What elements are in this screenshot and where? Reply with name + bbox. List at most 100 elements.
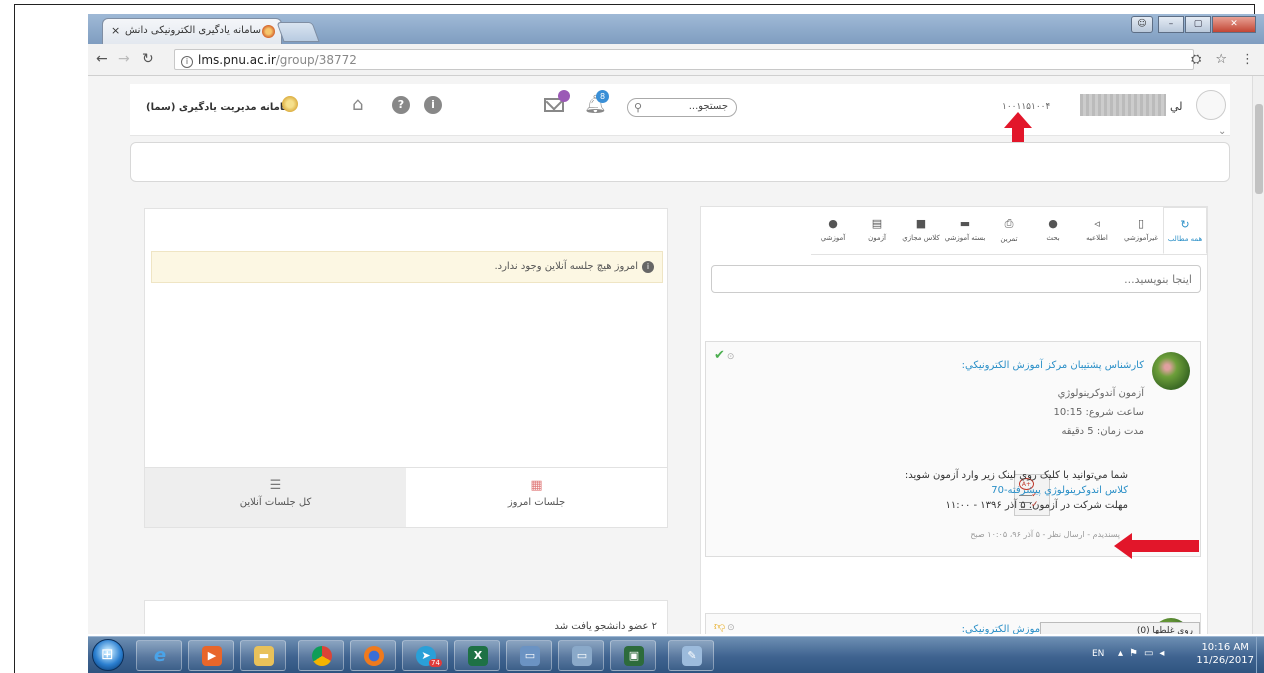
show-desktop-button[interactable] [1256, 637, 1264, 673]
chevron-down-icon[interactable]: ⌄ [1218, 126, 1226, 137]
browser-tab[interactable]: سامانه یادگیری الکترونیکی دانش × [102, 18, 282, 44]
minimize-button[interactable]: – [1158, 16, 1184, 33]
new-tab-button[interactable] [276, 22, 320, 42]
feed-panel: ↻ همه مطالب ▯ غيرآموزشي ◃ اطلاعيه ● بحث ⎙ تمر… [700, 206, 1208, 634]
site-logo-icon[interactable] [282, 96, 298, 112]
notice-bar [130, 142, 1230, 182]
tray-icons[interactable]: ▴⚑▭◂ [1118, 648, 1170, 659]
site-info-icon[interactable]: i [181, 56, 193, 68]
post-composer-input[interactable]: اينجا بنويسيد... [711, 265, 1201, 293]
chrome-icon [312, 646, 332, 666]
tab-educational[interactable]: ● آموزشي [811, 207, 855, 254]
help-icon[interactable]: ? [392, 96, 410, 114]
tab-label: همه مطالب [1167, 235, 1203, 243]
online-sessions-panel: i امروز هيچ جلسه آنلاين وجود ندارد. ☰ کل … [144, 208, 668, 528]
start-button[interactable] [92, 639, 124, 671]
reload-icon[interactable]: ↻ [142, 51, 154, 67]
system-clock[interactable]: 10:16 AM 11/26/2017 [1196, 641, 1254, 667]
site-header: سامانه مدیریت یادگیری (سما) ⌂ ? i 🔔︎ 8 ج… [130, 84, 1230, 137]
site-search-input[interactable]: جستجو... ⚲ [627, 98, 737, 117]
paint-taskbar-button[interactable]: ✎ [668, 640, 714, 671]
folder-icon: ▬ [959, 217, 971, 230]
tab-label: کل جلسات آنلاين [239, 497, 312, 508]
tab-exercise[interactable]: ⎙ تمرين [987, 207, 1031, 254]
tab-exam[interactable]: ▤ آزمون [855, 207, 899, 254]
ie-icon: e [153, 645, 167, 666]
close-window-button[interactable]: ✕ [1212, 16, 1256, 33]
home-icon[interactable]: ⌂ [352, 94, 363, 115]
tab-discussion[interactable]: ● بحث [1031, 207, 1075, 254]
project-icon: ▣ [624, 646, 644, 666]
post-options-icon[interactable]: ⊙ [727, 352, 735, 362]
media-taskbar-button[interactable]: ▶ [188, 640, 234, 671]
red-annotation-arrow-up [1004, 112, 1032, 128]
page-scrollbar[interactable] [1252, 76, 1264, 634]
author-avatar[interactable] [1152, 352, 1190, 390]
folder-icon: ▬ [254, 646, 274, 666]
window-taskbar-button[interactable]: ▭ [506, 640, 552, 671]
chrome-taskbar-button[interactable] [298, 640, 344, 671]
menu-icon[interactable]: ⋮ [1241, 52, 1254, 67]
calendar-icon: ▦ [530, 478, 543, 493]
thumbs-down-icon[interactable]: 👎︎ ⊙ [714, 620, 735, 633]
language-bar[interactable]: روی غلطها (0) [1040, 622, 1200, 634]
tab-label: تمرين [1000, 235, 1018, 243]
post-author[interactable]: کارشناس پشتيبان مرکز آموزش الکترونيکي: [962, 360, 1144, 371]
translate-icon[interactable]: ⛭ [1191, 52, 1201, 67]
back-icon[interactable]: ← [96, 51, 108, 67]
browser-titlebar: سامانه یادگیری الکترونیکی دانش × ☺ – ▢ ✕ [88, 14, 1264, 44]
list-icon: ☰ [269, 478, 282, 493]
windows-taskbar: e ▶ ▬ ➤74 X ▭ ▭ ▣ ✎ EN ▴⚑▭◂ 10:16 AM 11/… [88, 636, 1264, 673]
info-icon[interactable]: i [424, 96, 442, 114]
firefox-taskbar-button[interactable] [350, 640, 396, 671]
post-body: آزمون آندوکرينولوژي ساعت شروع: 10:15 مدت… [1054, 384, 1144, 441]
tab-learning-package[interactable]: ▬ بسته آموزشي [943, 207, 987, 254]
tab-label: کلاس مجازي [902, 234, 940, 242]
project-taskbar-button[interactable]: ▣ [610, 640, 656, 671]
scrollbar-thumb[interactable] [1255, 104, 1263, 194]
excel-taskbar-button[interactable]: X [454, 640, 500, 671]
clock-time: 10:16 AM [1201, 642, 1249, 653]
screen-taskbar-button[interactable]: ▭ [558, 640, 604, 671]
tab-label: جلسات امروز [507, 497, 566, 508]
explorer-taskbar-button[interactable]: ▬ [240, 640, 286, 671]
post-options-icon[interactable]: ⊙ [727, 623, 735, 633]
forward-icon[interactable]: → [118, 51, 130, 67]
tab-label: بسته آموزشي [944, 234, 986, 242]
excel-icon: X [468, 646, 488, 666]
input-language[interactable]: EN [1092, 649, 1104, 659]
exam-class-link[interactable]: کلاس اندوکرينولوژي پيشرفته-70 [778, 483, 1128, 498]
tab-virtual-class[interactable]: ■ کلاس مجازي [899, 207, 943, 254]
no-sessions-text: امروز هيچ جلسه آنلاين وجود ندارد. [494, 261, 638, 272]
feed-post: کارشناس پشتيبان مرکز آموزش الکترونيکي: ✔… [705, 341, 1201, 557]
tab-close-icon[interactable]: × [111, 24, 120, 37]
site-favicon-icon [262, 25, 275, 38]
tab-all-posts[interactable]: ↻ همه مطالب [1163, 207, 1207, 254]
tab-announcements[interactable]: ◃ اطلاعيه [1075, 207, 1119, 254]
exam-duration: مدت زمان: 5 دقيقه [1061, 426, 1144, 437]
telegram-taskbar-button[interactable]: ➤ 74 [402, 640, 448, 671]
toolbar-right: ⛭ ☆ ⋮ [1191, 52, 1254, 67]
tab-today-sessions[interactable]: ▦ جلسات امروز [406, 468, 667, 527]
session-tabs: ☰ کل جلسات آنلاين ▦ جلسات امروز [145, 467, 667, 527]
media-player-icon: ▶ [202, 646, 222, 666]
site-logo-text[interactable]: سامانه مدیریت یادگیری (سما) [146, 102, 293, 113]
browser-toolbar: ← → ↻ i lms.pnu.ac.ir/group/38772 ⛭ ☆ ⋮ [88, 44, 1264, 76]
web-page: سامانه مدیریت یادگیری (سما) ⌂ ? i 🔔︎ 8 ج… [88, 76, 1252, 634]
bookmark-star-icon[interactable]: ☆ [1215, 52, 1227, 67]
firefox-icon [364, 646, 384, 666]
exam-info: شما مي‌توانيد با کليک روي لينک زير وارد … [778, 468, 1128, 513]
search-placeholder: جستجو... [688, 101, 728, 112]
user-avatar[interactable] [1196, 90, 1226, 120]
user-name-fragment: لي [1170, 100, 1183, 113]
tab-non-educational[interactable]: ▯ غيرآموزشي [1119, 207, 1163, 254]
check-icon[interactable]: ✔ ⊙ [714, 348, 734, 363]
maximize-button[interactable]: ▢ [1185, 16, 1211, 33]
profile-icon[interactable]: ☺ [1131, 16, 1153, 33]
search-icon[interactable]: ⚲ [634, 101, 642, 114]
address-bar[interactable]: i lms.pnu.ac.ir/group/38772 [174, 49, 1194, 70]
content-filter-tabs: ↻ همه مطالب ▯ غيرآموزشي ◃ اطلاعيه ● بحث ⎙ تمر… [811, 207, 1207, 255]
red-annotation-arrow-left [1114, 533, 1132, 559]
tab-all-online-sessions[interactable]: ☰ کل جلسات آنلاين [145, 468, 406, 527]
ie-taskbar-button[interactable]: e [136, 640, 182, 671]
